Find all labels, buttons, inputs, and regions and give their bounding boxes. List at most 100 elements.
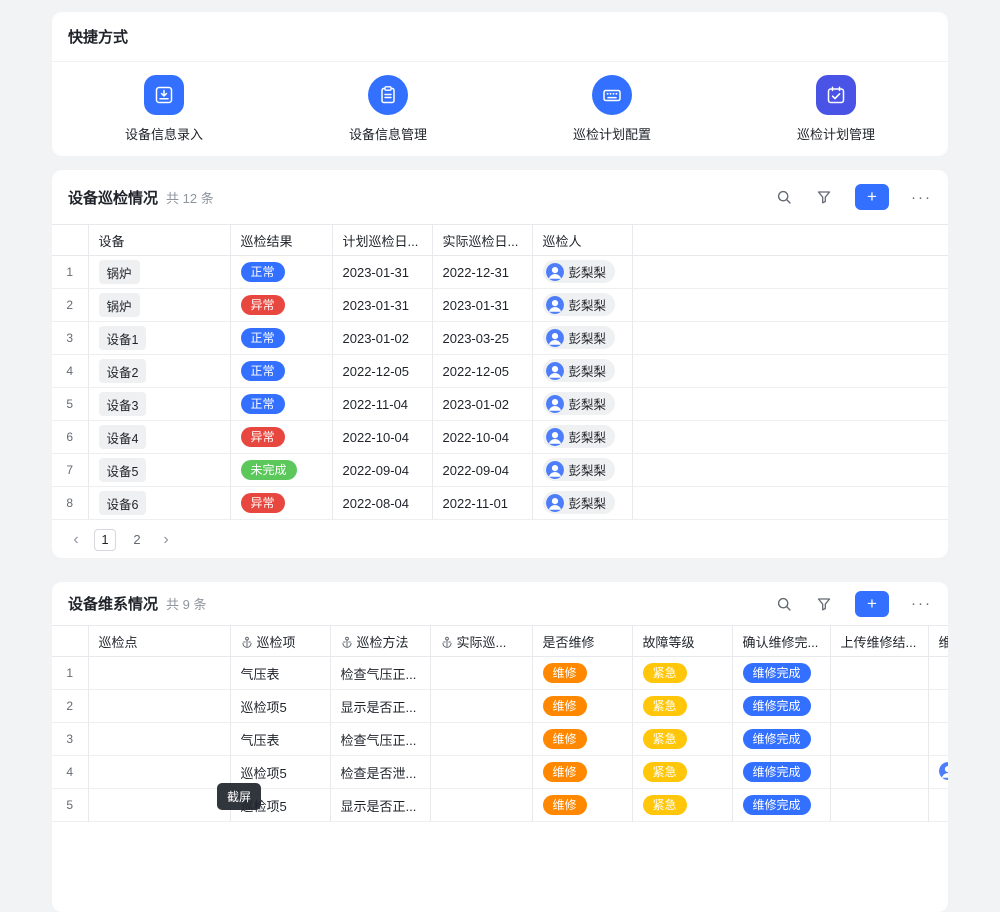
level-cell[interactable]: 紧急 (632, 690, 732, 723)
actual-date-cell[interactable]: 2023-03-25 (432, 322, 532, 355)
confirm-cell[interactable]: 维修完成 (732, 723, 830, 756)
planned-date-cell[interactable]: 2022-08-04 (332, 487, 432, 520)
page-button-2[interactable]: 2 (126, 529, 148, 551)
empty-cell[interactable] (632, 289, 948, 322)
result-cell[interactable]: 正常 (230, 355, 332, 388)
actual-cell[interactable] (430, 657, 532, 690)
empty-cell[interactable] (632, 454, 948, 487)
method-cell[interactable]: 显示是否正... (330, 789, 430, 822)
shortcut-plan-manage[interactable]: 巡检计划管理 (724, 75, 948, 143)
point-cell[interactable] (88, 657, 230, 690)
result-cell[interactable]: 未完成 (230, 454, 332, 487)
confirm-cell[interactable]: 维修完成 (732, 756, 830, 789)
point-cell[interactable] (88, 723, 230, 756)
column-header-actual-date[interactable]: 实际巡检日... (432, 225, 532, 256)
page-button-1[interactable]: 1 (94, 529, 116, 551)
repair-cell[interactable]: 维修 (532, 723, 632, 756)
planned-date-cell[interactable]: 2023-01-31 (332, 256, 432, 289)
row-number-cell[interactable]: 1 (52, 657, 88, 690)
confirm-cell[interactable]: 维修完成 (732, 789, 830, 822)
upload-cell[interactable] (830, 756, 928, 789)
row-number-cell[interactable]: 6 (52, 421, 88, 454)
shortcut-plan-config[interactable]: 巡检计划配置 (500, 75, 724, 143)
search-icon[interactable] (775, 595, 793, 613)
result-cell[interactable]: 异常 (230, 421, 332, 454)
inspector-cell[interactable]: 彭梨梨 (532, 322, 632, 355)
column-header-actual[interactable]: 实际巡... (430, 626, 532, 657)
row-number-cell[interactable]: 4 (52, 756, 88, 789)
more-actions-button[interactable]: ··· (911, 189, 932, 206)
row-number-cell[interactable]: 3 (52, 723, 88, 756)
prev-page-button[interactable]: ‹ (68, 532, 84, 548)
device-cell[interactable]: 锅炉 (88, 256, 230, 289)
add-record-button[interactable]: + (855, 591, 889, 617)
filter-icon[interactable] (815, 595, 833, 613)
upload-cell[interactable] (830, 657, 928, 690)
level-cell[interactable]: 紧急 (632, 657, 732, 690)
planned-date-cell[interactable]: 2022-12-05 (332, 355, 432, 388)
tail-cell[interactable] (928, 657, 948, 690)
inspector-cell[interactable]: 彭梨梨 (532, 454, 632, 487)
upload-cell[interactable] (830, 789, 928, 822)
row-number-cell[interactable]: 3 (52, 322, 88, 355)
planned-date-cell[interactable]: 2023-01-31 (332, 289, 432, 322)
upload-cell[interactable] (830, 723, 928, 756)
search-icon[interactable] (775, 188, 793, 206)
method-cell[interactable]: 检查是否泄... (330, 756, 430, 789)
upload-cell[interactable] (830, 690, 928, 723)
actual-cell[interactable] (430, 690, 532, 723)
item-cell[interactable]: 气压表 (230, 657, 330, 690)
actual-date-cell[interactable]: 2022-10-04 (432, 421, 532, 454)
result-cell[interactable]: 正常 (230, 322, 332, 355)
device-cell[interactable]: 设备5 (88, 454, 230, 487)
device-cell[interactable]: 设备6 (88, 487, 230, 520)
result-cell[interactable]: 异常 (230, 289, 332, 322)
empty-cell[interactable] (632, 355, 948, 388)
column-header-item[interactable]: 巡检项 (230, 626, 330, 657)
point-cell[interactable] (88, 789, 230, 822)
result-cell[interactable]: 正常 (230, 388, 332, 421)
shortcut-device-manage[interactable]: 设备信息管理 (276, 75, 500, 143)
actual-cell[interactable] (430, 789, 532, 822)
actual-date-cell[interactable]: 2022-09-04 (432, 454, 532, 487)
row-number-cell[interactable]: 7 (52, 454, 88, 487)
tail-cell[interactable] (928, 789, 948, 822)
add-record-button[interactable]: + (855, 184, 889, 210)
shortcut-device-input[interactable]: 设备信息录入 (52, 75, 276, 143)
empty-cell[interactable] (632, 256, 948, 289)
repair-cell[interactable]: 维修 (532, 657, 632, 690)
column-header-result[interactable]: 巡检结果 (230, 225, 332, 256)
actual-date-cell[interactable]: 2022-12-31 (432, 256, 532, 289)
column-header-upload[interactable]: 上传维修结... (830, 626, 928, 657)
actual-date-cell[interactable]: 2022-12-05 (432, 355, 532, 388)
confirm-cell[interactable]: 维修完成 (732, 690, 830, 723)
column-header-confirm[interactable]: 确认维修完... (732, 626, 830, 657)
column-header-device[interactable]: 设备 (88, 225, 230, 256)
inspector-cell[interactable]: 彭梨梨 (532, 355, 632, 388)
result-cell[interactable]: 正常 (230, 256, 332, 289)
item-cell[interactable]: 巡检项5 (230, 690, 330, 723)
level-cell[interactable]: 紧急 (632, 723, 732, 756)
row-number-cell[interactable]: 8 (52, 487, 88, 520)
method-cell[interactable]: 检查气压正... (330, 657, 430, 690)
empty-cell[interactable] (632, 421, 948, 454)
method-cell[interactable]: 显示是否正... (330, 690, 430, 723)
planned-date-cell[interactable]: 2023-01-02 (332, 322, 432, 355)
row-number-cell[interactable]: 2 (52, 690, 88, 723)
actual-cell[interactable] (430, 756, 532, 789)
inspector-cell[interactable]: 彭梨梨 (532, 289, 632, 322)
confirm-cell[interactable]: 维修完成 (732, 657, 830, 690)
column-header-tail[interactable]: 维... (928, 626, 948, 657)
repair-cell[interactable]: 维修 (532, 789, 632, 822)
tail-cell[interactable] (928, 756, 948, 789)
inspector-cell[interactable]: 彭梨梨 (532, 256, 632, 289)
device-cell[interactable]: 设备2 (88, 355, 230, 388)
planned-date-cell[interactable]: 2022-11-04 (332, 388, 432, 421)
repair-cell[interactable]: 维修 (532, 690, 632, 723)
repair-cell[interactable]: 维修 (532, 756, 632, 789)
empty-cell[interactable] (632, 388, 948, 421)
actual-date-cell[interactable]: 2023-01-31 (432, 289, 532, 322)
planned-date-cell[interactable]: 2022-10-04 (332, 421, 432, 454)
inspector-cell[interactable]: 彭梨梨 (532, 388, 632, 421)
item-cell[interactable]: 气压表 (230, 723, 330, 756)
